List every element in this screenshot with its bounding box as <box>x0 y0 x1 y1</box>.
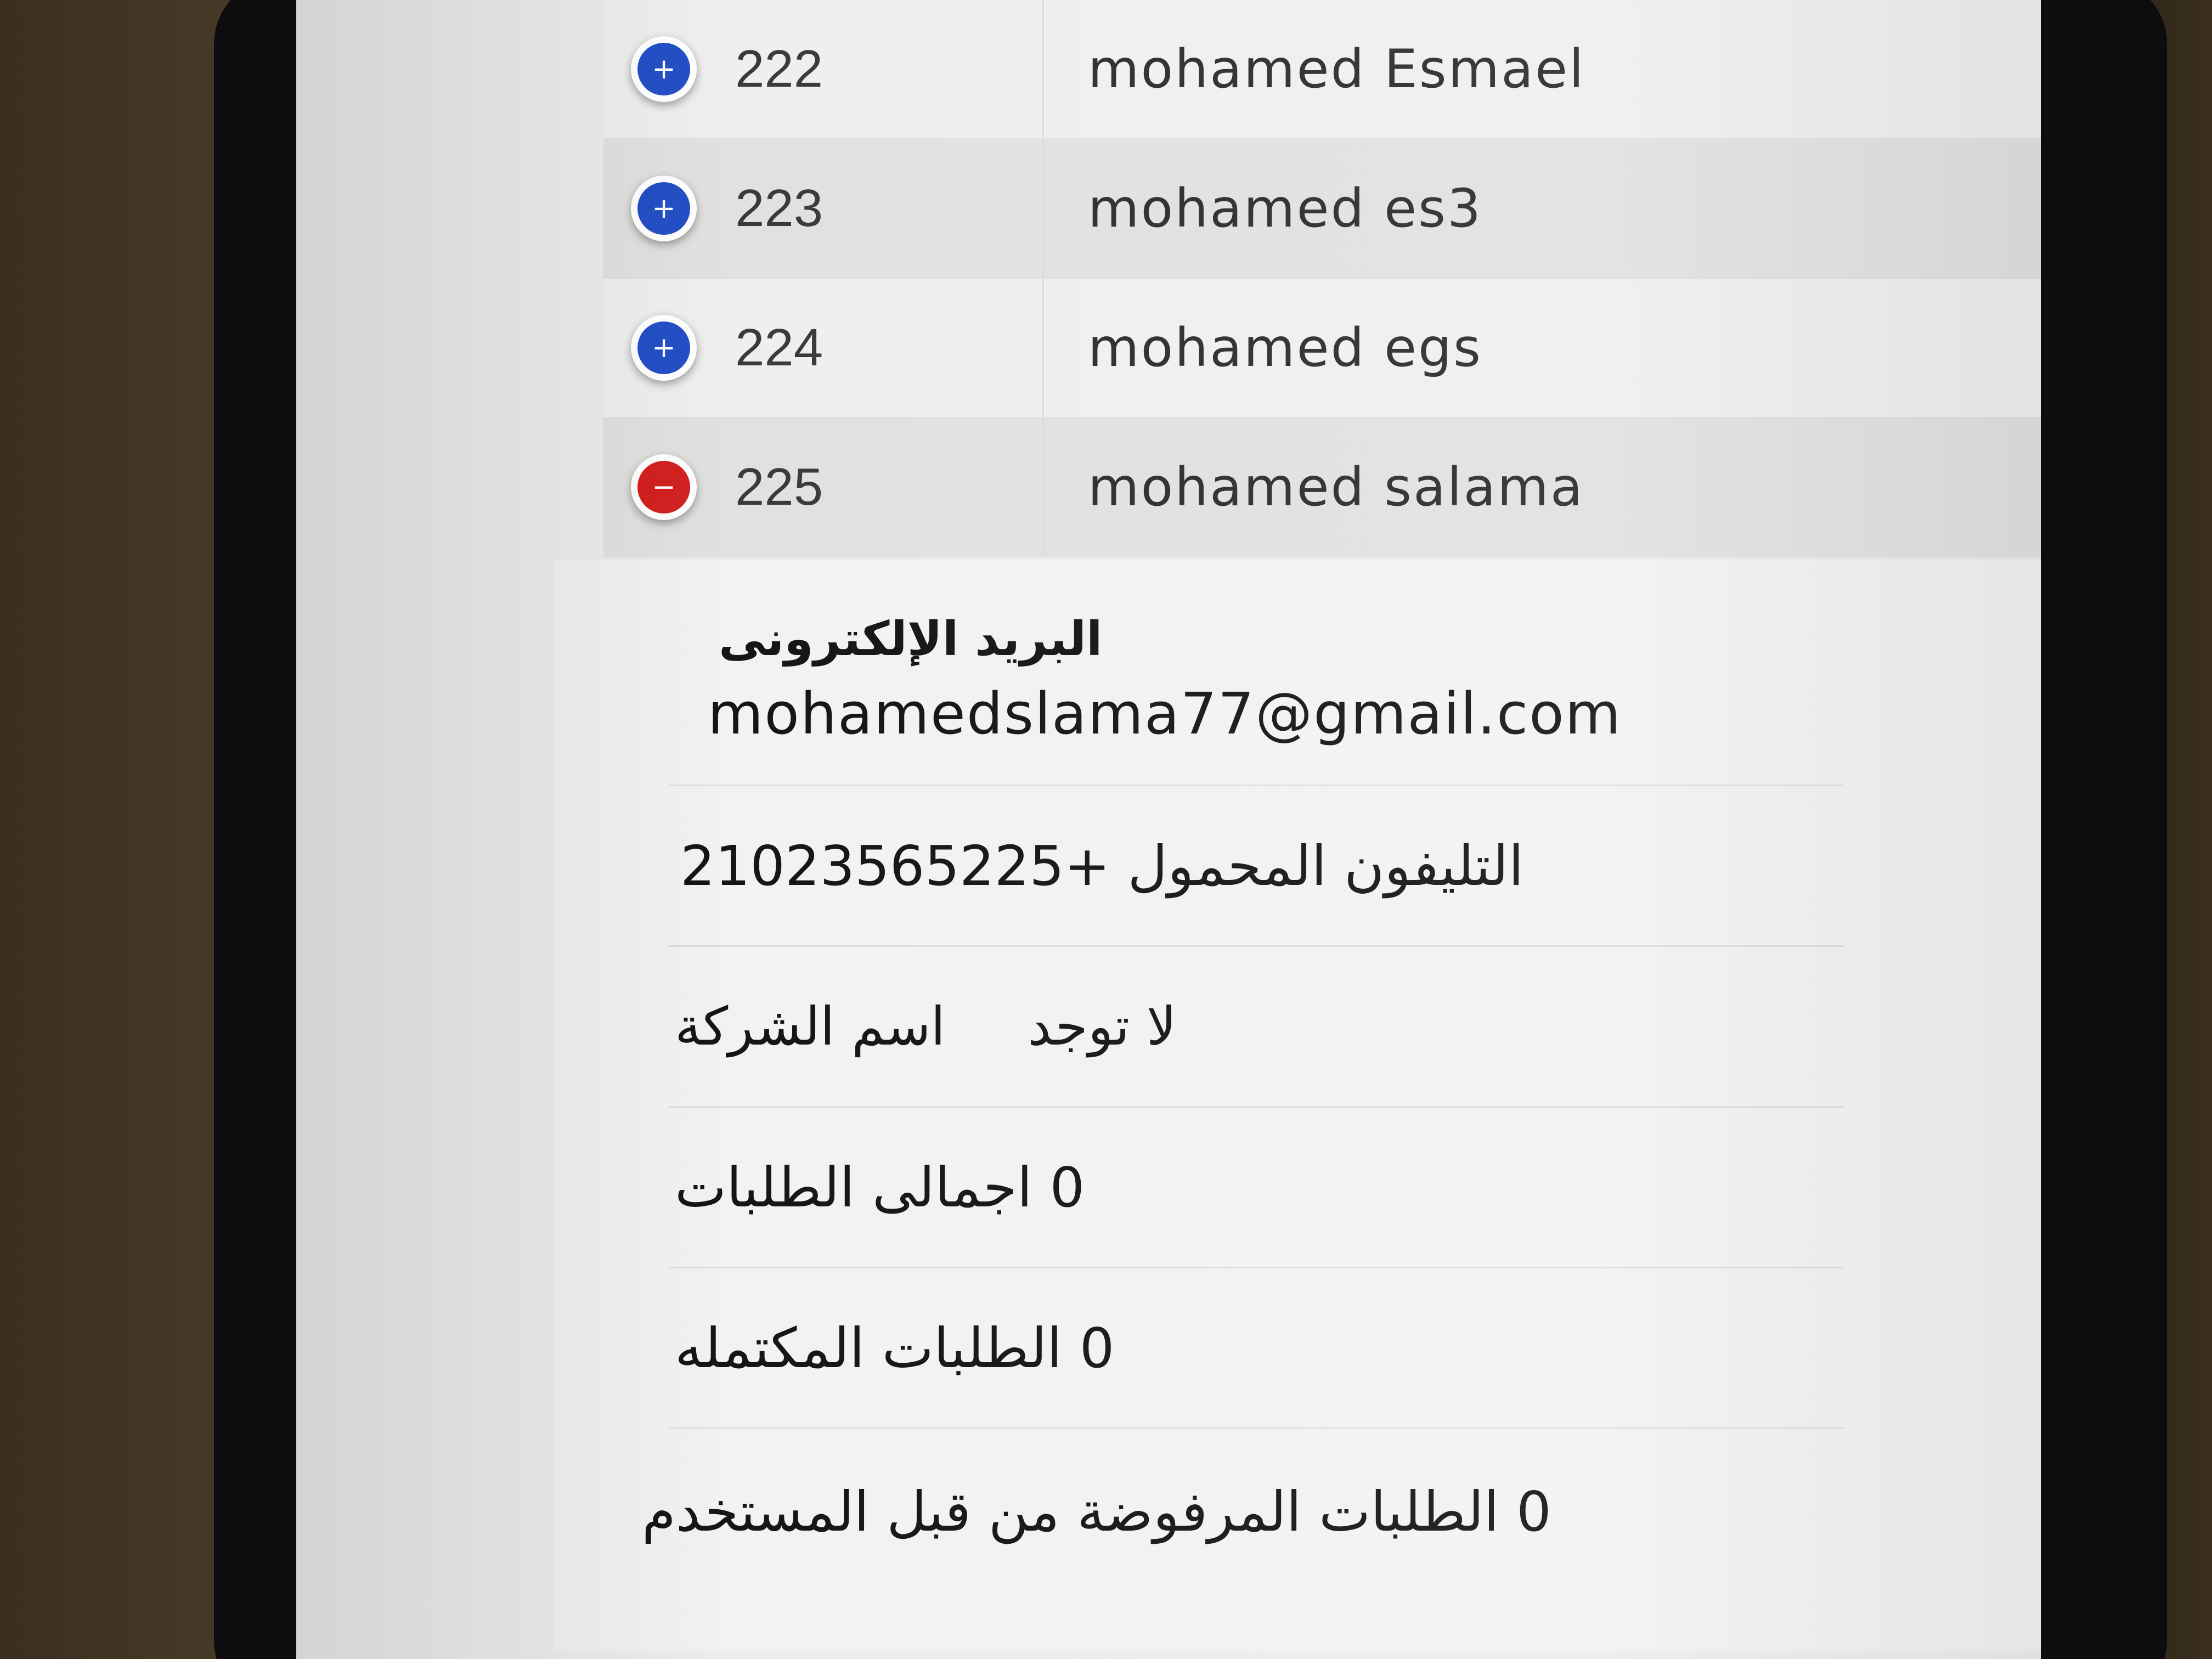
expand-plus-icon[interactable]: + <box>631 176 697 241</box>
company-label: اسم الشركة <box>675 996 946 1057</box>
total-orders-field: 0 اجمالى الطلبات <box>669 1108 1843 1268</box>
users-table: + 222 mohamed Esmael + 223 mohamed es3 +… <box>603 0 2041 557</box>
table-row[interactable]: + 224 mohamed egs <box>603 279 2041 418</box>
email-value[interactable]: mohamedslama77@gmail.com <box>708 680 1622 747</box>
rejected-orders-line: 0 الطلبات المرفوضة من قبل المستخدم <box>642 1479 1551 1544</box>
photo-scene: + 222 mohamed Esmael + 223 mohamed es3 +… <box>0 0 2212 1659</box>
table-row[interactable]: + 222 mohamed Esmael <box>603 0 2041 139</box>
user-id-cell: 223 <box>735 139 1044 278</box>
phone-screen: + 222 mohamed Esmael + 223 mohamed es3 +… <box>296 0 2041 1659</box>
company-field: اسم الشركة لا توجد <box>669 947 1843 1108</box>
completed-orders-field: 0 الطلبات المكتمله <box>669 1268 1843 1429</box>
rejected-orders-field: 0 الطلبات المرفوضة من قبل المستخدم <box>642 1429 1843 1594</box>
user-detail-panel: البريد الإلكترونى mohamedslama77@gmail.c… <box>554 560 2041 1651</box>
email-field: البريد الإلكترونى mohamedslama77@gmail.c… <box>669 560 1843 786</box>
collapse-minus-icon[interactable]: − <box>631 454 697 520</box>
total-orders-line: 0 اجمالى الطلبات <box>675 1155 1085 1220</box>
user-name-cell: mohamed es3 <box>1088 178 1483 239</box>
company-value: لا توجد <box>1028 996 1177 1057</box>
user-name-cell: mohamed Esmael <box>1088 38 1585 100</box>
email-label: البريد الإلكترونى <box>719 612 1103 667</box>
user-name-cell: mohamed salama <box>1088 456 1584 518</box>
phone-line[interactable]: التليفون المحمول +21023565225 <box>680 834 1523 898</box>
user-id-cell: 224 <box>735 279 1044 417</box>
expand-plus-icon[interactable]: + <box>631 36 697 102</box>
completed-orders-line: 0 الطلبات المكتمله <box>675 1316 1115 1380</box>
table-row-expanded[interactable]: − 225 mohamed salama <box>603 418 2041 557</box>
expand-plus-icon[interactable]: + <box>631 315 697 381</box>
user-name-cell: mohamed egs <box>1088 317 1482 379</box>
user-id-cell: 222 <box>735 0 1044 138</box>
user-id-cell: 225 <box>735 418 1044 556</box>
table-row[interactable]: + 223 mohamed es3 <box>603 139 2041 279</box>
phone-field: التليفون المحمول +21023565225 <box>669 786 1843 947</box>
